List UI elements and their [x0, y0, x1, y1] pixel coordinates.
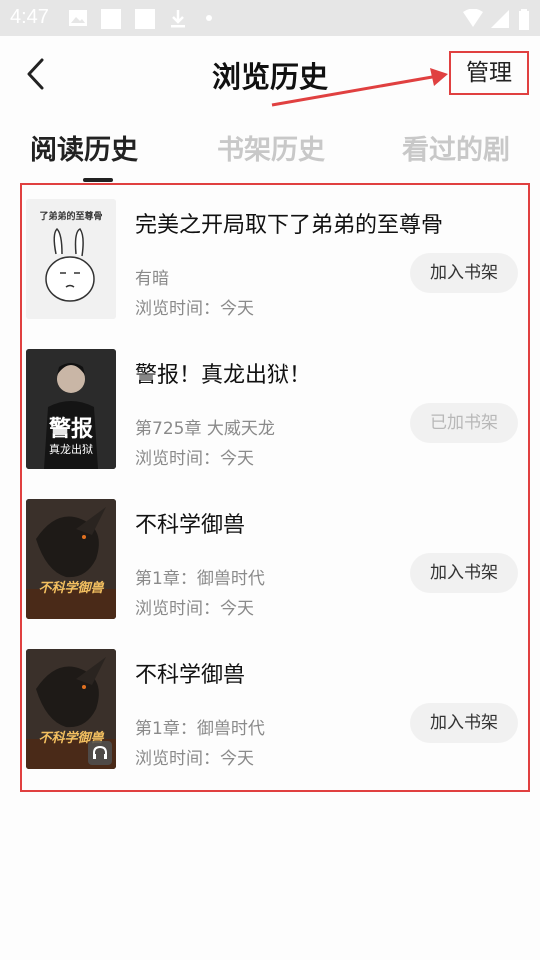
add-to-shelf-button[interactable]: 加入书架 [410, 703, 518, 743]
list-item[interactable]: 不科学御兽 不科学御兽 第1章：御兽时代 浏览时间：今天 加入书架 [24, 635, 528, 785]
book-title: 不科学御兽 [135, 663, 246, 688]
browse-time: 浏览时间：今天 [135, 449, 254, 469]
headphones-icon[interactable] [88, 741, 112, 765]
book-subtitle: 第1章：御兽时代 [135, 719, 265, 739]
book-cover[interactable]: 不科学御兽 [26, 499, 116, 619]
browse-time: 浏览时间：今天 [135, 299, 254, 319]
add-to-shelf-button[interactable]: 加入书架 [410, 253, 518, 293]
cover-text: 不科学御兽 [38, 581, 104, 596]
browse-time: 浏览时间：今天 [135, 749, 254, 769]
book-subtitle: 第725章 大威天龙 [135, 419, 275, 439]
book-title: 不科学御兽 [135, 513, 246, 538]
notification-square-icon [101, 9, 121, 29]
book-title: 完美之开局取下了弟弟的至尊骨 [135, 213, 444, 238]
dragon-cover-art [26, 499, 116, 619]
browse-time: 浏览时间：今天 [135, 599, 254, 619]
dot-icon [206, 15, 212, 21]
add-to-shelf-button[interactable]: 加入书架 [410, 553, 518, 593]
list-item[interactable]: 了弟弟的至尊骨 完美之开局取下了弟弟的至尊骨 有暗 浏览时间：今天 加入书架 [24, 185, 528, 335]
book-subtitle: 第1章：御兽时代 [135, 569, 265, 589]
history-list: 了弟弟的至尊骨 完美之开局取下了弟弟的至尊骨 有暗 浏览时间：今天 加入书架 警… [20, 183, 530, 792]
cover-text: 了弟弟的至尊骨 [39, 212, 103, 222]
signal-icon [491, 10, 509, 28]
tab-watched-dramas[interactable]: 看过的剧 [402, 128, 510, 167]
status-time: 4:47 [10, 6, 49, 28]
book-cover[interactable]: 不科学御兽 [26, 649, 116, 769]
tab-bar: 阅读历史 书架历史 看过的剧 [0, 112, 540, 184]
annotation-arrow [271, 68, 448, 107]
book-cover[interactable]: 了弟弟的至尊骨 [26, 199, 116, 319]
battery-icon [519, 9, 529, 30]
status-bar: 4:47 [0, 0, 540, 36]
book-subtitle: 有暗 [135, 269, 169, 289]
book-title: 警报！真龙出狱！ [135, 363, 312, 388]
list-item[interactable]: 警报 真龙出狱 警报！真龙出狱！ 第725章 大威天龙 浏览时间：今天 已加书架 [24, 335, 528, 485]
book-cover[interactable]: 警报 真龙出狱 [26, 349, 116, 469]
tab-reading-history[interactable]: 阅读历史 [30, 128, 138, 167]
image-icon [69, 10, 87, 26]
cover-title: 警报 [48, 417, 93, 442]
manage-button[interactable]: 管理 [449, 51, 529, 95]
list-item[interactable]: 不科学御兽 不科学御兽 第1章：御兽时代 浏览时间：今天 加入书架 [24, 485, 528, 635]
active-tab-indicator [83, 178, 113, 182]
cover-subtitle: 真龙出狱 [49, 443, 93, 456]
wifi-icon [463, 9, 483, 27]
added-to-shelf-button[interactable]: 已加书架 [410, 403, 518, 443]
download-icon [171, 10, 185, 28]
tab-shelf-history[interactable]: 书架历史 [217, 128, 325, 167]
notification-square-icon [135, 9, 155, 29]
